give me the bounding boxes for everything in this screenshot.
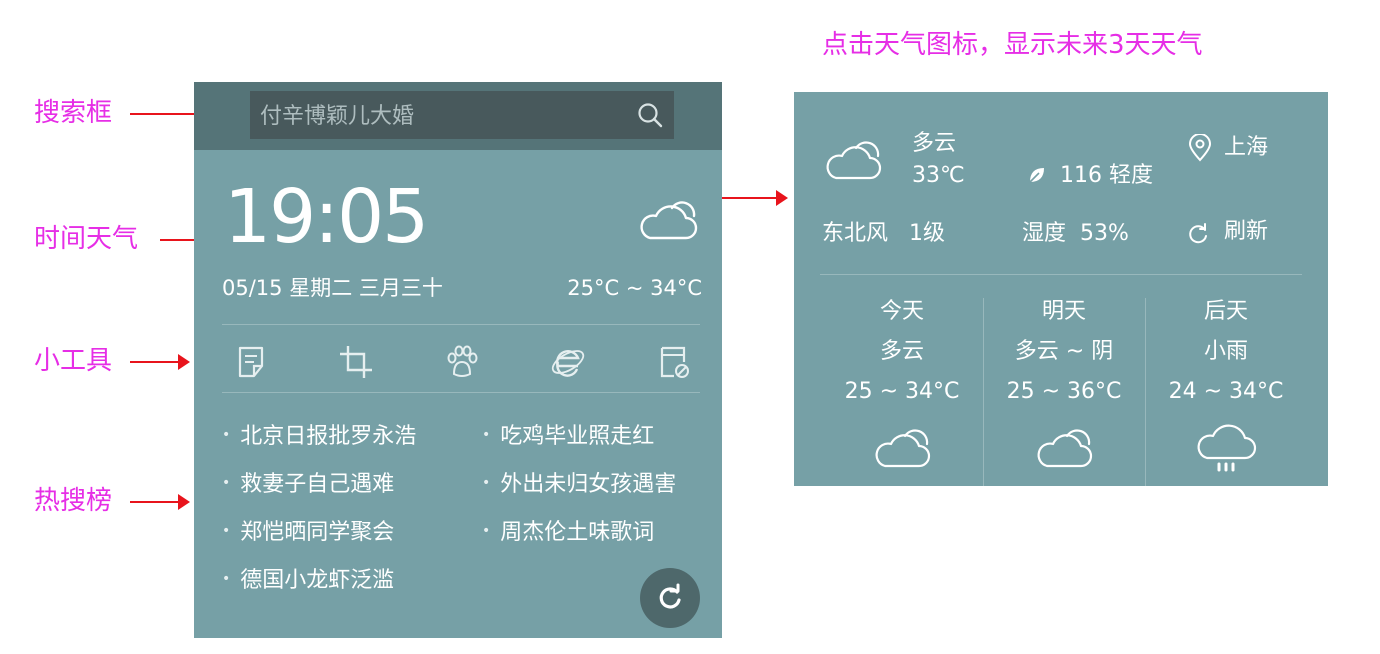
humidity-info: 湿度 53% xyxy=(1022,221,1129,246)
day-condition: 多云 ~ 阴 xyxy=(1014,339,1114,364)
refresh-icon[interactable] xyxy=(1186,222,1210,250)
refresh-hot-button[interactable] xyxy=(640,568,700,628)
temp-range: 25°C ~ 34°C xyxy=(567,276,702,300)
arrow-hot-head xyxy=(178,494,190,510)
hot-item[interactable]: 北京日报批罗永浩 xyxy=(222,422,416,454)
forecast-day-after: 后天 小雨 24 ~ 34°C xyxy=(1145,298,1307,478)
annotation-search-box: 搜索框 xyxy=(34,98,113,128)
hot-item[interactable]: 救妻子自己遇难 xyxy=(222,470,394,502)
weather-widget: 19:05 05/15 星期二 三月三十 25°C ~ 34°C 北京日报批罗永… xyxy=(194,82,722,638)
divider-bottom xyxy=(222,392,700,393)
annotation-hot-search: 热搜榜 xyxy=(34,486,113,516)
day-label: 今天 xyxy=(879,299,924,324)
arrow-tools-head xyxy=(178,354,190,370)
location-name[interactable]: 上海 xyxy=(1224,134,1268,162)
forecast-day-tomorrow: 明天 多云 ~ 阴 25 ~ 36°C xyxy=(983,298,1145,474)
annotation-time-weather: 时间天气 xyxy=(34,224,139,254)
divider-top xyxy=(222,324,700,325)
annotation-tools: 小工具 xyxy=(34,346,113,376)
hot-item[interactable]: 吃鸡毕业照走红 xyxy=(482,422,654,454)
arrow-tools-line xyxy=(130,361,180,363)
date-line: 05/15 星期二 三月三十 xyxy=(222,276,443,300)
day-temp: 25 ~ 36°C xyxy=(1006,379,1122,404)
forecast-divider xyxy=(820,274,1302,275)
search-icon[interactable] xyxy=(636,101,664,133)
refresh-icon xyxy=(655,583,685,617)
annotation-weather-tip: 点击天气图标，显示未来3天天气 xyxy=(822,30,1203,60)
leaf-icon xyxy=(1026,164,1048,190)
search-input[interactable] xyxy=(258,99,622,133)
refresh-label[interactable]: 刷新 xyxy=(1224,218,1268,246)
ie-browser-icon[interactable] xyxy=(548,342,588,382)
forecast-panel: 多云 33℃ 116 轻度 上海 东北风 1级 湿度 53% 刷新 今天 多云 … xyxy=(794,92,1328,486)
current-temperature: 33℃ xyxy=(912,163,965,188)
day-label: 明天 xyxy=(1041,299,1086,324)
cloud-icon xyxy=(871,422,933,474)
day-condition: 小雨 xyxy=(1203,339,1248,364)
cloud-icon[interactable] xyxy=(636,196,700,248)
cloud-icon xyxy=(1033,422,1095,474)
paw-icon[interactable] xyxy=(442,342,482,382)
cloud-icon xyxy=(822,134,884,186)
day-condition: 多云 xyxy=(879,339,924,364)
rain-icon xyxy=(1195,422,1257,478)
arrow-tip-head xyxy=(776,190,788,206)
hot-item[interactable]: 德国小龙虾泛滥 xyxy=(222,566,394,598)
wind-info: 东北风 1级 xyxy=(822,221,945,246)
clock-time: 19:05 xyxy=(224,174,429,260)
note-icon[interactable] xyxy=(232,342,272,382)
hot-item[interactable]: 外出未归女孩遇害 xyxy=(482,470,676,502)
current-condition: 多云 xyxy=(912,131,957,156)
hot-item[interactable]: 郑恺晒同学聚会 xyxy=(222,518,394,550)
day-temp: 24 ~ 34°C xyxy=(1168,379,1284,404)
crop-icon[interactable] xyxy=(336,342,376,382)
day-temp: 25 ~ 34°C xyxy=(844,379,960,404)
location-pin-icon xyxy=(1188,133,1212,166)
hot-item[interactable]: 周杰伦土味歌词 xyxy=(482,518,654,550)
top-bar xyxy=(194,82,722,150)
search-box[interactable] xyxy=(250,91,674,139)
day-label: 后天 xyxy=(1203,299,1248,324)
clean-icon[interactable] xyxy=(654,342,694,382)
aqi-value: 116 轻度 xyxy=(1060,163,1153,188)
forecast-day-today: 今天 多云 25 ~ 34°C xyxy=(821,298,983,474)
arrow-hot-line xyxy=(130,501,180,503)
